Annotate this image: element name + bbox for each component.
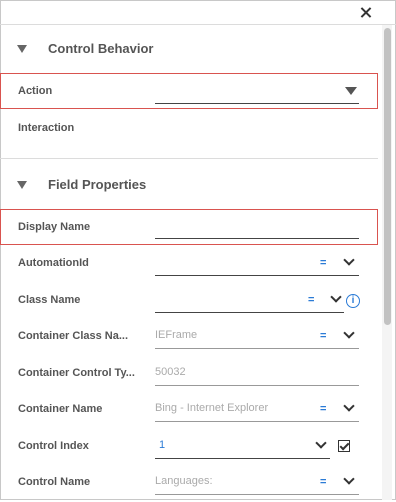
row-display-name[interactable]: Display Name	[0, 209, 378, 245]
display-name-input[interactable]	[155, 214, 359, 239]
action-dropdown[interactable]	[155, 79, 359, 104]
label-action: Action	[18, 85, 53, 97]
container-name-input[interactable]: Bing - Internet Explorer =	[155, 397, 359, 422]
section-title-control-behavior: Control Behavior	[48, 41, 154, 56]
row-class-name[interactable]: Class Name = i	[0, 284, 380, 320]
section-field-properties-header[interactable]: Field Properties	[0, 174, 380, 198]
panel-topbar	[0, 0, 396, 24]
chevron-down-icon[interactable]	[343, 400, 355, 412]
equals-operator[interactable]: =	[320, 330, 326, 342]
row-action[interactable]: Action	[0, 73, 378, 109]
class-name-input[interactable]: =	[155, 288, 344, 313]
section-control-behavior-header[interactable]: Control Behavior	[0, 38, 380, 62]
row-container-control-type[interactable]: Container Control Ty... 50032	[0, 357, 380, 393]
chevron-down-icon[interactable]	[330, 291, 342, 303]
chevron-down-icon[interactable]	[343, 254, 355, 266]
control-index-value: 1	[159, 439, 166, 451]
container-control-type-input[interactable]: 50032	[155, 361, 359, 386]
checkbox-checked-icon[interactable]	[338, 440, 350, 452]
close-icon[interactable]	[358, 5, 374, 21]
equals-operator[interactable]: =	[320, 476, 326, 488]
label-container-control-type: Container Control Ty...	[18, 367, 135, 379]
control-name-value: Languages:	[155, 475, 213, 487]
chevron-down-icon[interactable]	[315, 437, 327, 449]
row-container-name[interactable]: Container Name Bing - Internet Explorer …	[0, 393, 380, 429]
row-interaction[interactable]: Interaction	[0, 112, 380, 148]
section-title-field-properties: Field Properties	[48, 177, 147, 192]
equals-operator[interactable]: =	[320, 403, 326, 415]
caret-down-icon[interactable]	[17, 181, 27, 189]
container-class-name-input[interactable]: IEFrame =	[155, 324, 359, 349]
label-interaction: Interaction	[18, 122, 75, 134]
equals-operator[interactable]: =	[308, 294, 314, 306]
container-name-value: Bing - Internet Explorer	[155, 402, 269, 414]
container-class-name-value: IEFrame	[155, 329, 198, 341]
scrollbar-thumb[interactable]	[384, 28, 391, 325]
row-control-index[interactable]: Control Index 1	[0, 430, 380, 466]
section-divider	[0, 158, 378, 159]
caret-down-icon[interactable]	[17, 45, 27, 53]
label-container-name: Container Name	[18, 403, 103, 415]
row-container-class-name[interactable]: Container Class Na... IEFrame =	[0, 320, 380, 356]
control-index-input[interactable]: 1	[155, 434, 330, 459]
label-class-name: Class Name	[18, 294, 81, 306]
label-container-class-name: Container Class Na...	[18, 330, 129, 342]
info-icon[interactable]: i	[346, 294, 360, 308]
topbar-divider	[0, 24, 396, 25]
chevron-down-icon[interactable]	[343, 327, 355, 339]
control-name-input[interactable]: Languages: =	[155, 470, 359, 495]
automation-id-input[interactable]: =	[155, 251, 359, 276]
label-automation-id: AutomationId	[18, 257, 89, 269]
equals-operator[interactable]: =	[320, 257, 326, 269]
label-control-index: Control Index	[18, 440, 89, 452]
row-control-name[interactable]: Control Name Languages: =	[0, 466, 380, 502]
chevron-down-icon[interactable]	[343, 473, 355, 485]
chevron-down-icon[interactable]	[345, 87, 357, 95]
label-control-name: Control Name	[18, 476, 91, 488]
label-display-name: Display Name	[18, 221, 91, 233]
row-automation-id[interactable]: AutomationId =	[0, 247, 380, 283]
container-control-type-value: 50032	[155, 366, 186, 378]
